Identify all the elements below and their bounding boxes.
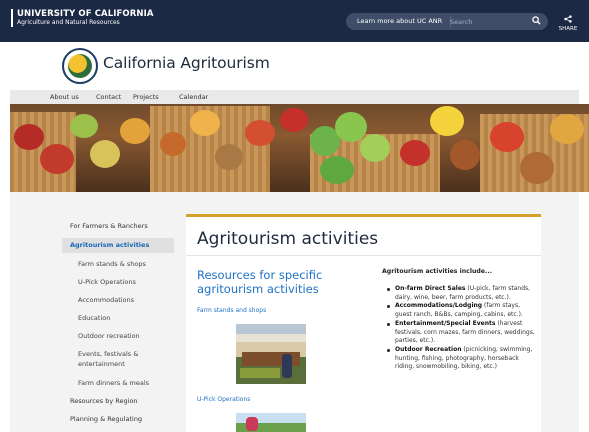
sidebar-item-accommodations[interactable]: Accommodations [62, 296, 174, 305]
activities-include-heading: Agritourism activities include... [382, 268, 493, 275]
fruit [90, 140, 120, 168]
list-item: Outdoor Recreation (picnicking, swimming… [382, 346, 536, 372]
sidebar-item-events-line2[interactable]: entertainment [62, 360, 174, 369]
sidebar-item-u-pick[interactable]: U-Pick Operations [62, 278, 174, 287]
fruit [335, 112, 367, 142]
fruit [430, 106, 464, 136]
main-nav: About us Contact Projects Calendar [10, 90, 579, 104]
sidebar-item-farm-dinners[interactable]: Farm dinners & meals [62, 379, 174, 388]
sidebar-item-agritourism-activities[interactable]: Agritourism activities [62, 238, 174, 253]
nav-contact[interactable]: Contact [96, 93, 121, 101]
site-brand: California Agritourism [0, 42, 589, 90]
page-title: Agritourism activities [197, 229, 379, 249]
sidebar-item-planning-regulating[interactable]: Planning & Regulating [62, 415, 174, 424]
fruit [40, 144, 74, 174]
fruit [280, 108, 308, 132]
sidebar-item-education[interactable]: Education [62, 314, 174, 323]
nav-about-us[interactable]: About us [50, 93, 79, 101]
sidebar-item-outdoor-recreation[interactable]: Outdoor recreation [62, 332, 174, 341]
farm-stand-photo[interactable] [236, 324, 306, 384]
site-title[interactable]: California Agritourism [103, 54, 270, 72]
fruit [320, 156, 354, 184]
uc-anr-logo[interactable]: UNIVERSITY OF CALIFORNIA Agriculture and… [11, 9, 154, 27]
fruit [550, 114, 584, 144]
photo-sky [236, 324, 306, 334]
share-label: SHARE [558, 26, 578, 32]
fruit [120, 118, 150, 144]
bullet-title: Entertainment/Special Events [395, 319, 496, 327]
org-subtitle: Agriculture and Natural Resources [17, 19, 120, 26]
resources-heading: Resources for specific agritourism activ… [197, 268, 323, 296]
fruit [160, 132, 186, 156]
photo-person [246, 417, 258, 431]
title-divider [186, 255, 541, 256]
search-icon [532, 16, 541, 27]
bullet-title: Outdoor Recreation [395, 345, 462, 353]
list-item: On-farm Direct Sales (U-pick, farm stand… [382, 285, 536, 302]
sidebar-item-resources-by-region[interactable]: Resources by Region [62, 397, 174, 406]
u-pick-photo[interactable] [236, 413, 306, 432]
fruit [190, 110, 220, 136]
activities-list: On-farm Direct Sales (U-pick, farm stand… [382, 285, 536, 372]
search-input[interactable] [450, 16, 530, 27]
fruit [14, 124, 44, 150]
fruit [245, 120, 275, 146]
photo-person [282, 354, 292, 378]
photo-produce [240, 368, 280, 378]
sidebar-item-farmers-ranchers[interactable]: For Farmers & Ranchers [62, 222, 174, 231]
fruit [400, 140, 430, 166]
hero-produce-image [10, 104, 589, 192]
seal-emblem [68, 54, 92, 78]
share-icon [564, 15, 572, 25]
top-bar: UNIVERSITY OF CALIFORNIA Agriculture and… [0, 0, 589, 42]
nav-projects[interactable]: Projects [133, 93, 159, 101]
search-button[interactable] [532, 16, 544, 27]
org-name: UNIVERSITY OF CALIFORNIA [17, 9, 154, 19]
main-content: Agritourism activities Resources for spe… [186, 214, 541, 432]
share-button[interactable]: SHARE [556, 15, 580, 32]
bullet-title: On-farm Direct Sales [395, 285, 466, 292]
farm-stands-link[interactable]: Farm stands and shops [197, 307, 266, 314]
seal-logo[interactable] [62, 48, 98, 84]
u-pick-link[interactable]: U-Pick Operations [197, 396, 250, 403]
fruit [490, 122, 524, 152]
fruit [70, 114, 98, 138]
fruit [215, 144, 243, 170]
list-item: Accommodations/Lodging (farm stays, gues… [382, 302, 536, 319]
learn-more-link[interactable]: Learn more about UC ANR [357, 17, 442, 25]
fruit [360, 134, 390, 162]
sidebar-item-events-line1[interactable]: Events, festivals & [62, 350, 174, 359]
list-item: Entertainment/Special Events (harvest fe… [382, 320, 536, 346]
anr-search-bar: Learn more about UC ANR [346, 13, 548, 30]
bullet-title: Accommodations/Lodging [395, 302, 483, 310]
fruit [520, 152, 554, 184]
fruit [450, 140, 480, 170]
sidebar-item-farm-stands[interactable]: Farm stands & shops [62, 260, 174, 269]
activities-list-section: Agritourism activities include... On-far… [382, 268, 536, 372]
nav-calendar[interactable]: Calendar [179, 93, 208, 101]
